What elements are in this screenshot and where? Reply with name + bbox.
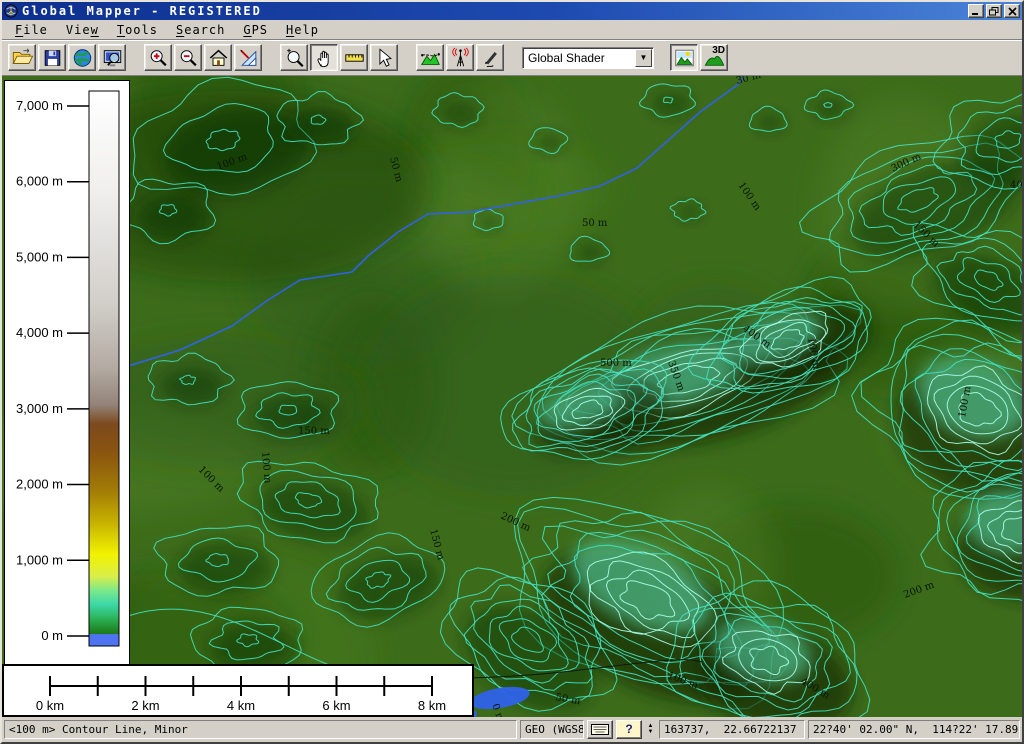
scalebar-label: 0 km <box>36 698 64 713</box>
elevation-legend: 7,000 m 6,000 m 5,000 m 4,000 m 3,000 m 2,000… <box>4 80 130 665</box>
legend-tick-label: 2,000 m <box>16 477 63 492</box>
show-3d-button[interactable]: 3D <box>700 44 728 71</box>
status-coordinates: 163737, 22.66722137 ) <box>659 720 805 739</box>
pen-icon <box>479 47 502 69</box>
globe-icon <box>71 47 94 69</box>
pan-tool-button[interactable] <box>310 44 338 71</box>
path-profile-button[interactable] <box>416 44 444 71</box>
legend-tick-label: 3,000 m <box>16 401 63 416</box>
three-d-label: 3D <box>712 45 725 56</box>
app-icon <box>4 4 18 18</box>
menu-item-view[interactable]: View <box>57 21 108 39</box>
magnifier-plus-red-icon <box>147 47 170 69</box>
terrain-profile-icon <box>419 47 442 69</box>
home-icon <box>207 47 230 69</box>
menu-item-gps[interactable]: GPS <box>234 21 277 39</box>
toolbar-group-analysis <box>416 44 504 71</box>
scalebar-label: 8 km <box>418 698 446 713</box>
toolbar-group-file <box>8 44 126 71</box>
zoom-in-button[interactable] <box>144 44 172 71</box>
capture-screen-button[interactable] <box>98 44 126 71</box>
scalebar-label: 6 km <box>322 698 350 713</box>
legend-tick-label: 4,000 m <box>16 325 63 340</box>
measure-tool-button[interactable] <box>340 44 368 71</box>
toolbar: Global Shader ▼ 3D <box>2 40 1022 76</box>
scale-bar: 0 km 2 km 4 km 6 km 8 km <box>2 664 474 717</box>
contour-label: 400 <box>1010 180 1022 191</box>
legend-tick-label: 7,000 m <box>16 98 63 113</box>
set-square-pencil-icon <box>237 47 260 69</box>
zoom-out-button[interactable] <box>174 44 202 71</box>
window-controls <box>968 4 1020 18</box>
close-icon <box>1008 7 1017 16</box>
floppy-icon <box>41 47 64 69</box>
menu-item-file[interactable]: File <box>6 21 57 39</box>
landscape-image-icon <box>673 47 696 69</box>
scalebar-label: 4 km <box>227 698 255 713</box>
cursor-arrow-icon <box>373 47 396 69</box>
keyboard-button[interactable] <box>587 720 613 739</box>
save-button[interactable] <box>38 44 66 71</box>
web-imagery-button[interactable] <box>68 44 96 71</box>
hand-icon <box>313 47 336 69</box>
contour-label: 500 m <box>600 358 632 369</box>
contour-label: 50 m <box>582 218 608 229</box>
status-projection: GEO (WGS84 <box>520 720 584 739</box>
toolbar-group-view: 3D <box>670 44 728 71</box>
chevron-down-icon[interactable]: ▼ <box>635 49 652 67</box>
show-raster-button[interactable] <box>670 44 698 71</box>
close-button[interactable] <box>1004 4 1020 18</box>
keyboard-icon <box>591 724 609 735</box>
minimize-icon <box>971 7 981 16</box>
map-workspace: 30 m100 m50 m50 m100 m300 m400150 m500 m… <box>2 76 1022 717</box>
legend-tick-label: 6,000 m <box>16 174 63 189</box>
shader-dropdown[interactable]: Global Shader ▼ <box>522 47 654 69</box>
legend-tick-label: 5,000 m <box>16 249 63 264</box>
magnifier-minus-red-icon <box>177 47 200 69</box>
menu-bar: FileViewToolsSearchGPSHelp <box>2 20 1022 40</box>
status-latlon: 22?40' 02.00" N, 114?22' 17.89" E <box>808 720 1020 739</box>
folder-open-icon <box>11 47 34 69</box>
status-bar: <100 m> Contour Line, Minor GEO (WGS84 ?… <box>2 717 1022 742</box>
restore-button[interactable] <box>986 4 1002 18</box>
magnifier-icon <box>283 47 306 69</box>
menu-item-search[interactable]: Search <box>167 21 234 39</box>
zoom-tool-button[interactable] <box>280 44 308 71</box>
shader-dropdown-value: Global Shader <box>523 51 635 65</box>
open-button[interactable] <box>8 44 36 71</box>
contour-label: 150 m <box>298 426 330 437</box>
minimize-button[interactable] <box>968 4 984 18</box>
status-message: <100 m> Contour Line, Minor <box>4 720 517 739</box>
help-button[interactable]: ? <box>616 720 642 739</box>
help-icon: ? <box>625 722 632 736</box>
elevation-legend-scale: 7,000 m 6,000 m 5,000 m 4,000 m 3,000 m 2,000… <box>5 81 129 664</box>
menu-item-tools[interactable]: Tools <box>108 21 167 39</box>
legend-tick-label: 1,000 m <box>16 552 63 567</box>
coordinate-spinner[interactable]: ▲▼ <box>645 720 656 739</box>
legend-tick-label: 0 m <box>41 628 63 643</box>
scalebar-label: 2 km <box>131 698 159 713</box>
select-tool-button[interactable] <box>370 44 398 71</box>
digitizer-tool-button[interactable] <box>476 44 504 71</box>
toolbar-group-tools <box>280 44 398 71</box>
restore-icon <box>989 7 999 16</box>
app-window: Global Mapper - REGISTERED FileViewTools… <box>0 0 1024 744</box>
map-canvas[interactable]: 30 m100 m50 m50 m100 m300 m400150 m500 m… <box>2 76 1022 717</box>
full-view-button[interactable] <box>204 44 232 71</box>
gps-tool-button[interactable] <box>446 44 474 71</box>
window-title: Global Mapper - REGISTERED <box>22 4 968 18</box>
antenna-icon <box>449 47 472 69</box>
ruler-icon <box>343 47 366 69</box>
toolbar-group-zoom <box>144 44 262 71</box>
scale-bar-ruler: 0 km 2 km 4 km 6 km 8 km <box>4 666 472 715</box>
menu-item-help[interactable]: Help <box>277 21 328 39</box>
digitizer-setup-button[interactable] <box>234 44 262 71</box>
monitor-magnifier-icon <box>101 47 124 69</box>
title-bar: Global Mapper - REGISTERED <box>2 2 1022 20</box>
